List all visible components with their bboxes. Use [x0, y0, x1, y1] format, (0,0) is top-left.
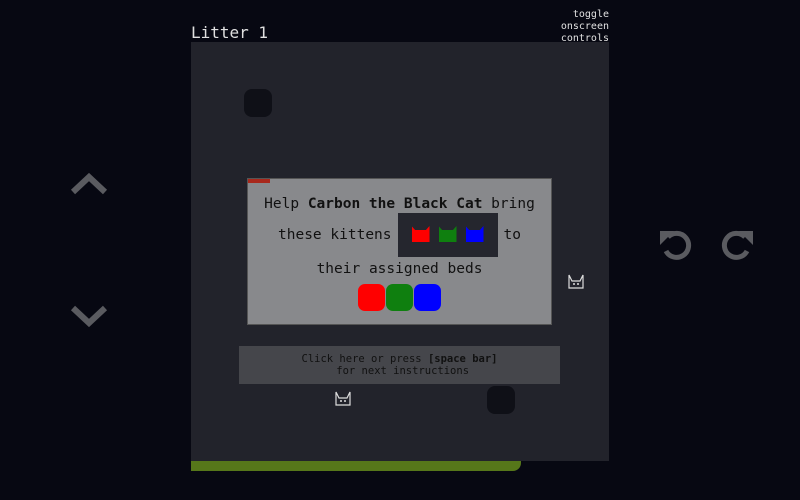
text: bring — [482, 196, 535, 212]
dialog-line-1: Help Carbon the Black Cat bring — [248, 196, 551, 212]
key-hint: [space bar] — [427, 353, 498, 365]
dialog-timer — [248, 179, 270, 183]
green-kitten-icon — [438, 226, 457, 242]
progress-bar — [191, 461, 522, 471]
chevron-up-icon[interactable] — [70, 172, 108, 196]
green-bed — [386, 284, 413, 311]
blue-kitten-icon — [465, 226, 484, 242]
toggle-onscreen-controls-button[interactable]: toggle onscreen controls — [540, 9, 609, 45]
red-bed — [358, 284, 385, 311]
text: to — [503, 227, 521, 243]
text: Help — [264, 196, 308, 212]
kitten-icon — [568, 274, 584, 289]
text: for next instructions — [329, 365, 470, 377]
blue-bed — [414, 284, 441, 311]
undo-icon[interactable] — [658, 227, 694, 263]
level-title: Litter 1 — [191, 23, 269, 42]
dialog-line-2: these kittens to — [248, 213, 551, 257]
text: these kittens — [278, 227, 392, 243]
kitten-icon — [335, 391, 351, 406]
chevron-down-icon[interactable] — [70, 304, 108, 328]
cat-name: Carbon the Black Cat — [307, 196, 483, 212]
text: Click here or press — [301, 353, 428, 365]
redo-icon[interactable] — [719, 227, 755, 263]
red-kitten-icon — [411, 226, 430, 242]
next-instructions-button[interactable]: Click here or press [space bar] for next… — [239, 346, 560, 384]
dialog-line-3: their assigned beds — [316, 261, 483, 277]
empty-bed — [487, 386, 515, 414]
empty-bed — [244, 89, 272, 117]
instructions-dialog: Help Carbon the Black Cat bring these ki… — [247, 178, 552, 325]
kittens-preview — [397, 213, 498, 257]
